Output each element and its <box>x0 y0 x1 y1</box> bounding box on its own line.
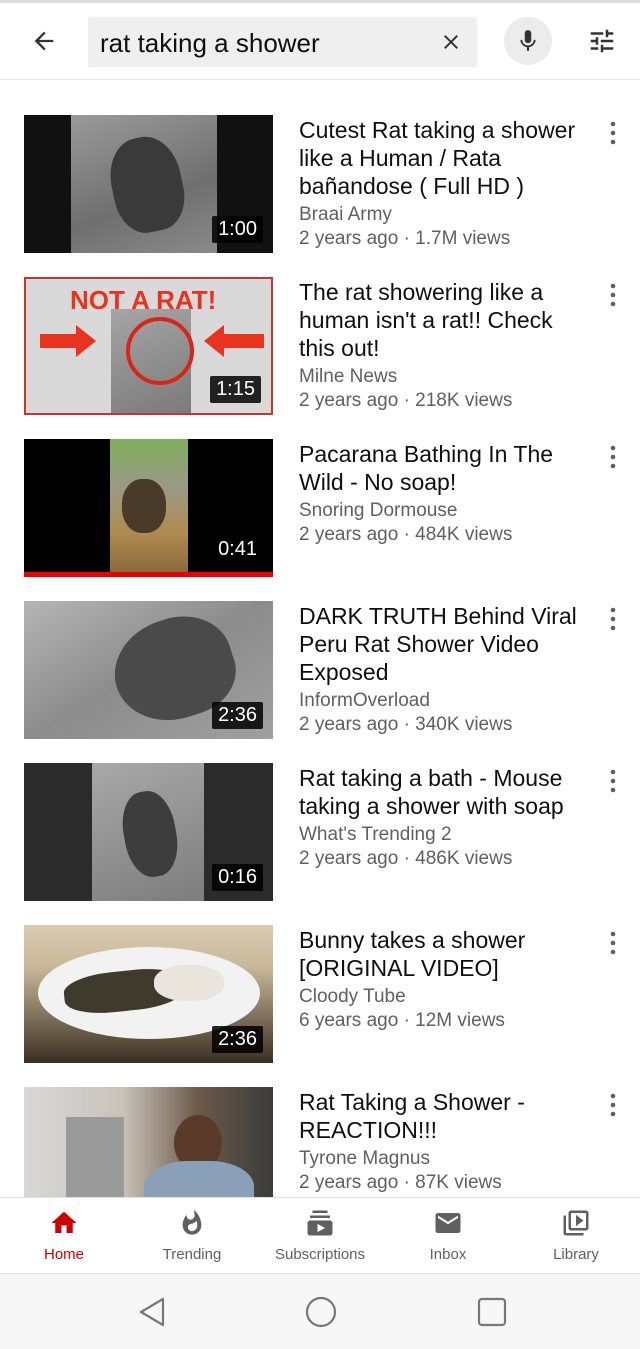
video-meta: 2 years ago · 87K views <box>299 1172 502 1193</box>
system-navigation-bar <box>0 1273 640 1349</box>
video-title[interactable]: DARK TRUTH Behind Viral Peru Rat Shower … <box>299 602 589 737</box>
filter-sliders-icon <box>590 29 614 53</box>
more-options-button[interactable] <box>602 604 624 634</box>
search-query[interactable]: rat taking a shower <box>100 28 320 59</box>
more-options-button[interactable] <box>602 1090 624 1120</box>
clear-search-button[interactable] <box>437 28 465 56</box>
video-thumbnail[interactable]: NOT A RAT! 1:15 <box>24 277 273 415</box>
nav-label: Inbox <box>429 1246 467 1263</box>
nav-label: Library <box>553 1246 599 1263</box>
video-title[interactable]: Bunny takes a shower [ORIGINAL VIDEO] Cl… <box>299 926 589 1033</box>
system-home-button[interactable] <box>301 1292 341 1332</box>
video-result[interactable]: 0:41 Pacarana Bathing In The Wild - No s… <box>0 404 640 577</box>
video-thumbnail[interactable]: 2:36 <box>24 925 273 1063</box>
video-thumbnail[interactable]: 0:41 <box>24 439 273 577</box>
video-title[interactable]: Cutest Rat taking a shower like a Human … <box>299 116 589 251</box>
library-icon <box>556 1208 596 1238</box>
square-recents-icon <box>477 1297 507 1327</box>
more-options-button[interactable] <box>602 442 624 472</box>
system-recents-button[interactable] <box>472 1292 512 1332</box>
more-options-button[interactable] <box>602 766 624 796</box>
nav-subscriptions[interactable]: Subscriptions <box>256 1198 384 1274</box>
close-icon <box>444 35 458 49</box>
video-thumbnail[interactable]: 1:00 <box>24 115 273 253</box>
video-title[interactable]: Pacarana Bathing In The Wild - No soap! … <box>299 440 589 547</box>
more-vertical-icon <box>610 931 616 955</box>
more-vertical-icon <box>610 607 616 631</box>
video-duration: 1:00 <box>212 216 263 243</box>
nav-library[interactable]: Library <box>512 1198 640 1274</box>
video-duration: 2:36 <box>212 702 263 729</box>
filter-button[interactable] <box>580 19 624 63</box>
nav-label: Subscriptions <box>274 1246 366 1263</box>
channel-name: What's Trending 2 <box>299 824 452 845</box>
video-result[interactable]: 0:16 Rat taking a bath - Mouse taking a … <box>0 728 640 901</box>
thumbnail-caption: NOT A RAT! <box>70 285 217 315</box>
video-thumbnail[interactable] <box>24 1087 273 1197</box>
channel-name: Tyrone Magnus <box>299 1148 430 1169</box>
video-result[interactable]: 1:00 Cutest Rat taking a shower like a H… <box>0 80 640 253</box>
more-vertical-icon <box>610 121 616 145</box>
channel-name: Braai Army <box>299 204 392 225</box>
video-meta: 2 years ago · 484K views <box>299 524 513 545</box>
more-options-button[interactable] <box>602 928 624 958</box>
video-duration: 0:41 <box>212 536 263 563</box>
video-title[interactable]: Rat taking a bath - Mouse taking a showe… <box>299 764 589 871</box>
microphone-icon <box>520 30 536 51</box>
more-options-button[interactable] <box>602 280 624 310</box>
video-meta: 2 years ago · 486K views <box>299 848 513 869</box>
more-vertical-icon <box>610 769 616 793</box>
video-result[interactable]: 2:36 Bunny takes a shower [ORIGINAL VIDE… <box>0 890 640 1063</box>
nav-inbox[interactable]: Inbox <box>384 1198 512 1274</box>
search-header: rat taking a shower <box>0 3 640 80</box>
channel-name: InformOverload <box>299 690 430 711</box>
more-vertical-icon <box>610 1093 616 1117</box>
video-meta: 6 years ago · 12M views <box>299 1010 505 1031</box>
more-vertical-icon <box>610 445 616 469</box>
bottom-navigation: Home Trending Subscriptions Inbox Librar… <box>0 1197 640 1274</box>
search-input[interactable]: rat taking a shower <box>88 17 477 67</box>
channel-name: Milne News <box>299 366 398 387</box>
system-back-button[interactable] <box>132 1292 172 1332</box>
trending-icon <box>172 1208 212 1238</box>
nav-home[interactable]: Home <box>0 1198 128 1274</box>
channel-name: Snoring Dormouse <box>299 500 458 521</box>
channel-name: Cloody Tube <box>299 986 406 1007</box>
voice-search-button[interactable] <box>504 17 552 65</box>
video-thumbnail[interactable]: 2:36 <box>24 601 273 739</box>
video-thumbnail[interactable]: 0:16 <box>24 763 273 901</box>
subscriptions-icon <box>300 1208 340 1238</box>
video-duration: 0:16 <box>212 864 263 891</box>
more-options-button[interactable] <box>602 118 624 148</box>
video-result[interactable]: Rat Taking a Shower - REACTION!!! Tyrone… <box>0 1052 640 1197</box>
video-duration: 2:36 <box>212 1026 263 1053</box>
arrow-left-icon <box>34 31 54 51</box>
circle-home-icon <box>305 1296 337 1328</box>
video-title[interactable]: Rat Taking a Shower - REACTION!!! Tyrone… <box>299 1088 589 1195</box>
inbox-icon <box>428 1208 468 1238</box>
video-result[interactable]: 2:36 DARK TRUTH Behind Viral Peru Rat Sh… <box>0 566 640 739</box>
video-result[interactable]: NOT A RAT! 1:15 The rat showering like a… <box>0 242 640 415</box>
triangle-back-icon <box>139 1297 165 1327</box>
home-icon <box>44 1208 84 1238</box>
nav-label: Home <box>43 1246 84 1263</box>
video-title[interactable]: The rat showering like a human isn't a r… <box>299 278 589 413</box>
video-duration: 1:15 <box>210 376 261 403</box>
nav-label: Trending <box>162 1246 222 1263</box>
more-vertical-icon <box>610 283 616 307</box>
back-button[interactable] <box>20 17 68 65</box>
search-results-list: 1:00 Cutest Rat taking a shower like a H… <box>0 80 640 1197</box>
nav-trending[interactable]: Trending <box>128 1198 256 1274</box>
